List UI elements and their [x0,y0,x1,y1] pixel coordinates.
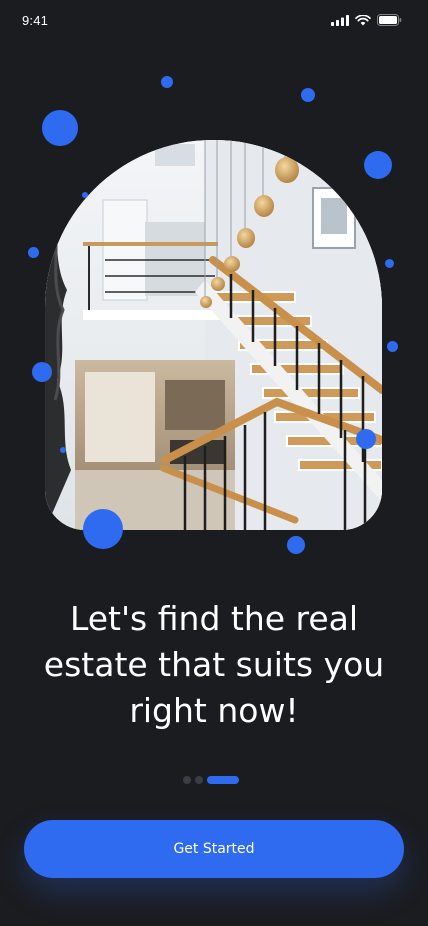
battery-icon [377,14,402,26]
decorative-dot [60,447,66,453]
decorative-dot [28,247,39,258]
pagination-dot-active [207,776,239,784]
status-time: 9:41 [22,13,49,28]
decorative-dot [385,259,394,268]
decorative-dot [364,151,392,179]
hero-image [45,140,382,530]
decorative-dot [387,341,398,352]
pagination-dot [183,776,191,784]
cellular-signal-icon [331,14,349,26]
decorative-dot [82,192,88,198]
decorative-dot [42,110,78,146]
wifi-icon [355,14,371,26]
decorative-dot [161,76,173,88]
staircase-interior-photo [45,140,382,530]
decorative-dot [301,88,315,102]
decorative-dot [356,429,376,449]
pagination-indicator [183,776,239,784]
decorative-dot [83,509,123,549]
decorative-dot [287,536,305,554]
onboarding-headline: Let's find the real estate that suits yo… [43,599,385,730]
decorative-dot [32,362,52,382]
pagination-dot [195,776,203,784]
get-started-button[interactable]: Get Started [24,820,404,878]
status-icons [331,14,402,26]
status-bar: 9:41 [0,0,428,44]
